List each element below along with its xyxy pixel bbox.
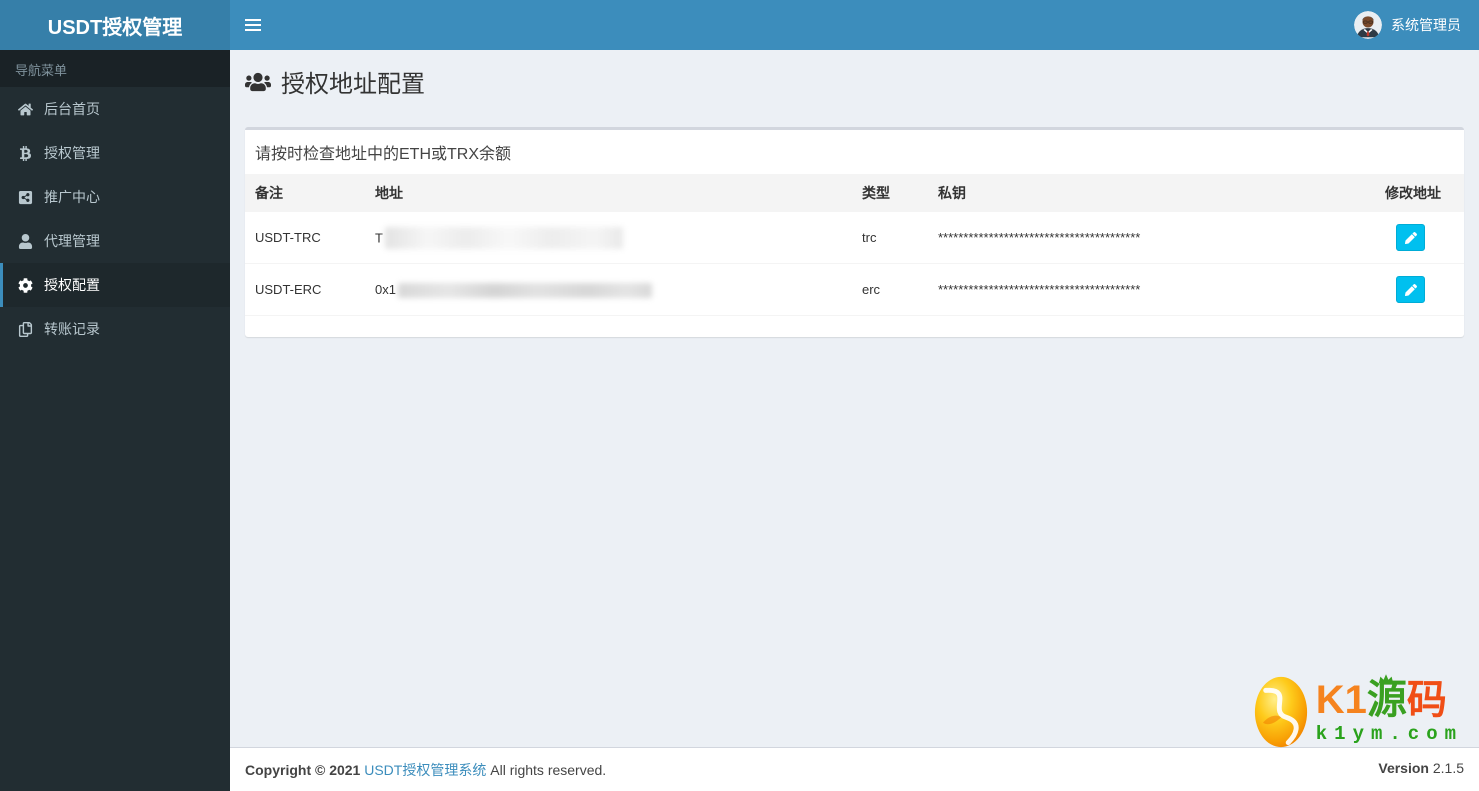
k1ym-text-block: K1源码 k1ym.com [1315, 673, 1463, 745]
page-title: 授权地址配置 [245, 64, 1464, 99]
redacted-address [384, 226, 623, 249]
panel-title: 请按时检查地址中的ETH或TRX余额 [255, 146, 512, 163]
sidebar-menu: 后台首页 授权管理 推广中心 代理管理 授权配置 转账记录 [0, 87, 230, 351]
pencil-icon [1404, 231, 1417, 244]
sidebar-item-label: 代理管理 [44, 233, 100, 249]
column-header-remark: 备注 [245, 174, 365, 212]
remark-cell: USDT-ERC [245, 263, 365, 316]
app-title: USDT授权管理 [47, 16, 183, 39]
version-value: 2.1.5 [1432, 760, 1464, 776]
sidebar-item-active: 授权配置 [0, 263, 230, 307]
content-header: 授权地址配置 [230, 50, 1479, 99]
brand-link[interactable]: USDT授权管理系统 [364, 762, 486, 778]
copyright-text: Copyright © 2021 [245, 762, 361, 778]
sidebar-item-label: 授权配置 [44, 277, 100, 293]
edit-address-button[interactable] [1396, 276, 1425, 303]
crown-icon [1378, 671, 1394, 689]
sidebar-item: 推广中心 [0, 175, 230, 219]
type-cell: trc [852, 212, 928, 264]
address-config-panel: 请按时检查地址中的ETH或TRX余额 备注 地址 类型 私钥 修改地址 USDT… [245, 127, 1464, 337]
main-footer: Version 2.1.5 Copyright © 2021 USDT授权管理系… [230, 747, 1479, 791]
sidebar-item-label: 转账记录 [44, 321, 100, 337]
k1ym-logo-icon [1254, 676, 1307, 748]
table-row: USDT-TRC T trc *************************… [245, 212, 1464, 264]
column-header-private-key: 私钥 [928, 174, 1375, 212]
address-prefix: 0x1 [375, 282, 396, 298]
private-key-cell: **************************************** [928, 263, 1375, 316]
users-icon [245, 72, 271, 91]
copy-icon [18, 321, 44, 337]
type-cell: erc [852, 263, 928, 316]
column-header-type: 类型 [852, 174, 928, 212]
home-icon [18, 102, 44, 117]
table-header-row: 备注 地址 类型 私钥 修改地址 [245, 174, 1464, 212]
user-menu[interactable]: 系统管理员 [1344, 0, 1471, 50]
column-header-address: 地址 [365, 174, 852, 212]
sidebar-toggle-button[interactable] [230, 0, 276, 50]
address-prefix: T [375, 230, 383, 245]
rights-text: All rights reserved. [490, 762, 607, 778]
watermark-domain: k1ym.com [1315, 722, 1463, 745]
sidebar-item-transfer-records[interactable]: 转账记录 [0, 307, 230, 351]
sidebar-item: 授权管理 [0, 131, 230, 175]
k1ym-watermark: K1源码 k1ym.com [1254, 673, 1463, 749]
sidebar-item-home[interactable]: 后台首页 [0, 87, 230, 131]
content-area: 授权地址配置 请按时检查地址中的ETH或TRX余额 备注 地址 类型 私钥 修改… [230, 50, 1479, 747]
sidebar-item-auth-management[interactable]: 授权管理 [0, 131, 230, 175]
bars-icon [245, 19, 261, 21]
version-info: Version 2.1.5 [1378, 760, 1464, 776]
table-row: USDT-ERC 0x1 erc ***********************… [245, 263, 1464, 316]
copyright: Copyright © 2021 USDT授权管理系统 All rights r… [245, 760, 1464, 780]
gear-icon [18, 277, 44, 293]
sidebar-item: 转账记录 [0, 307, 230, 351]
sidebar-item-auth-config[interactable]: 授权配置 [0, 263, 230, 307]
edit-address-button[interactable] [1396, 224, 1425, 251]
version-label: Version [1378, 760, 1429, 776]
edit-cell [1375, 212, 1464, 264]
sidebar-item-agent-management[interactable]: 代理管理 [0, 219, 230, 263]
sidebar-item-label: 授权管理 [44, 145, 100, 161]
edit-cell [1375, 263, 1464, 316]
app-logo[interactable]: USDT授权管理 [0, 0, 230, 50]
bars-icon [245, 24, 261, 26]
private-key-cell: **************************************** [928, 212, 1375, 264]
share-icon [18, 190, 44, 205]
sidebar-item-promotion-center[interactable]: 推广中心 [0, 175, 230, 219]
address-table: 备注 地址 类型 私钥 修改地址 USDT-TRC T trc ********… [245, 174, 1464, 316]
sidebar-item: 代理管理 [0, 219, 230, 263]
remark-cell: USDT-TRC [245, 212, 365, 264]
avatar [1354, 11, 1382, 39]
sidebar-item: 后台首页 [0, 87, 230, 131]
sidebar-section-header: 导航菜单 [0, 50, 230, 87]
sidebar-item-label: 后台首页 [44, 101, 100, 117]
main-header: USDT授权管理 系统管理员 [0, 0, 1479, 50]
top-navbar: 系统管理员 [230, 0, 1479, 50]
user-name: 系统管理员 [1391, 17, 1461, 33]
address-cell: T [365, 212, 852, 264]
page-title-text: 授权地址配置 [281, 71, 425, 98]
address-cell: 0x1 [365, 263, 852, 316]
user-icon [18, 233, 44, 249]
bitcoin-icon [18, 145, 44, 161]
bars-icon [245, 29, 261, 31]
sidebar-item-label: 推广中心 [44, 189, 100, 205]
panel-body: 备注 地址 类型 私钥 修改地址 USDT-TRC T trc ********… [245, 174, 1464, 337]
column-header-edit: 修改地址 [1375, 174, 1464, 212]
sidebar: 导航菜单 后台首页 授权管理 推广中心 代理管理 授权配置 转账记录 [0, 50, 230, 791]
pencil-icon [1404, 283, 1417, 296]
redacted-address [397, 282, 652, 298]
